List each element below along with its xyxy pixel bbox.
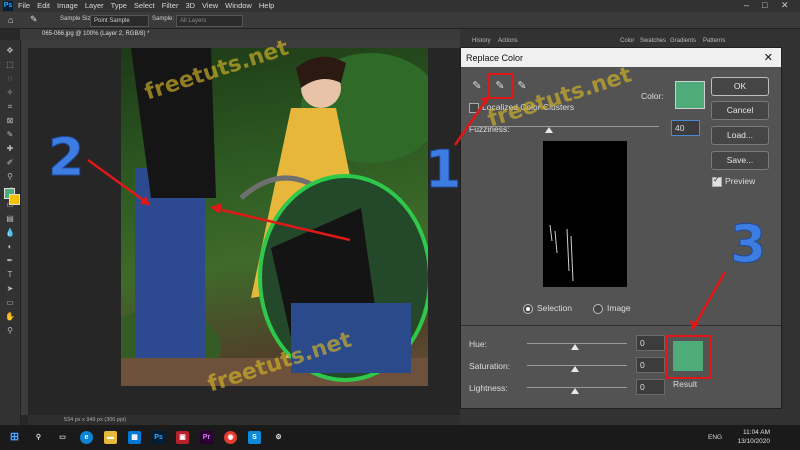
skype-icon[interactable]: S (248, 431, 261, 444)
arrow-step3 (690, 271, 727, 331)
step-number: 1 (424, 140, 462, 201)
taskbar: ⊞ ⚲ ▭ e ▬ ▦ Ps ▣ Pr ◉ S ⚙ ENG 11:04 AM 1… (0, 425, 800, 450)
step-number: 2 (47, 128, 85, 189)
settings-gear-icon[interactable]: ⚙ (272, 431, 285, 444)
photoshop-taskbar-icon[interactable]: Ps (152, 431, 165, 444)
step-number: 3 (729, 215, 767, 276)
store-icon[interactable]: ▦ (128, 431, 141, 444)
task-view-icon[interactable]: ▭ (56, 431, 69, 444)
windows-start-icon[interactable]: ⊞ (8, 431, 21, 444)
clock-time[interactable]: 11:04 AM (743, 429, 770, 436)
clock-date[interactable]: 13/10/2020 (737, 438, 770, 445)
search-icon[interactable]: ⚲ (32, 431, 45, 444)
file-explorer-icon[interactable]: ▬ (104, 431, 117, 444)
app-icon[interactable]: ▣ (176, 431, 189, 444)
edge-icon[interactable]: e (80, 431, 93, 444)
premiere-icon[interactable]: Pr (200, 431, 213, 444)
arrow-step1 (453, 95, 491, 146)
chrome-icon[interactable]: ◉ (224, 431, 237, 444)
annotation-arrows (87, 95, 727, 331)
arrowhead (210, 203, 222, 214)
arrow-step2-a (87, 158, 151, 207)
language-indicator[interactable]: ENG (708, 434, 722, 441)
arrow-step2-b (221, 208, 351, 242)
